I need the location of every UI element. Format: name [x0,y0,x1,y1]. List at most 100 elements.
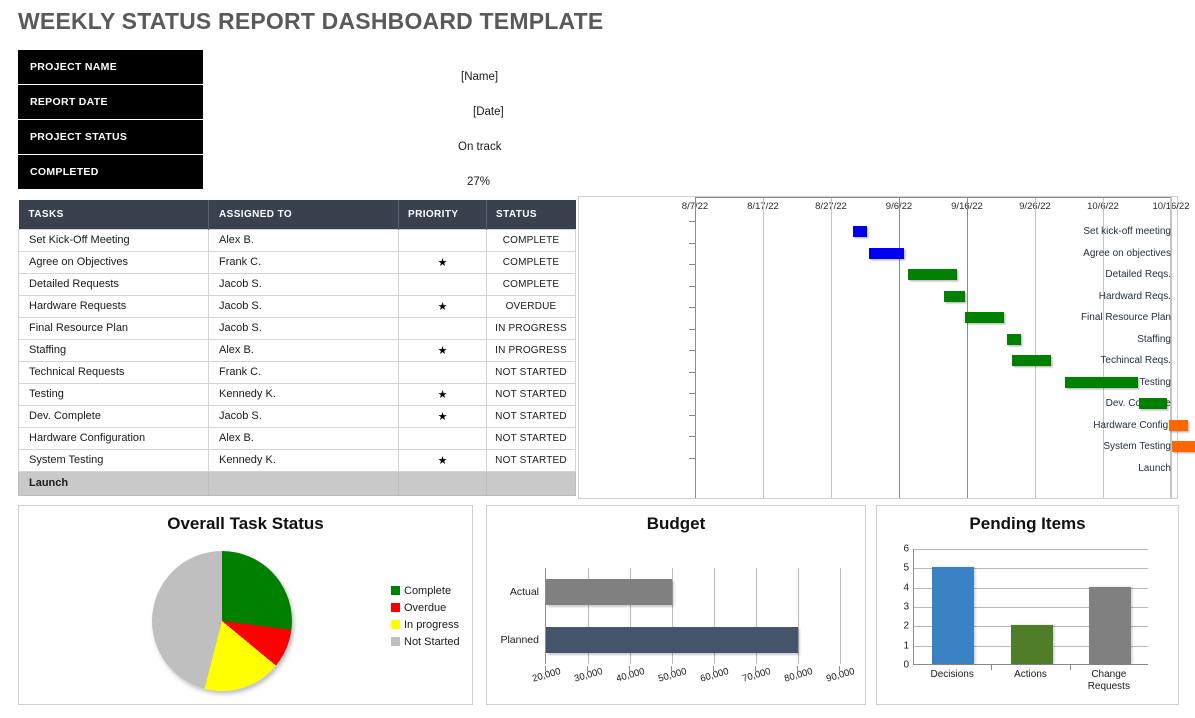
table-row[interactable]: Set Kick-Off Meeting Alex B. COMPLETE [18,228,576,252]
info-value-cell[interactable]: [Date] [203,85,578,120]
column-header-status[interactable]: STATUS [486,200,576,229]
budget-tickmark [587,666,588,671]
gantt-bar[interactable] [1168,419,1188,431]
gantt-row: Hardward Reqs. [579,285,1177,307]
gantt-row: Detailed Reqs. [579,264,1177,286]
gantt-row: Hardware Config. [579,414,1188,436]
status-badge: IN PROGRESS [486,316,576,340]
legend-label: Not Started [404,635,460,648]
cell-assigned: Frank C. [208,360,399,384]
gantt-row-track [695,264,1171,286]
cell-assigned: Jacob S. [208,404,399,428]
column-header-priority[interactable]: PRIORITY [398,200,487,229]
gantt-bar[interactable] [1012,355,1051,366]
column-header-tasks[interactable]: TASKS [18,200,209,229]
cell-task: Hardware Requests [18,294,209,318]
legend-item[interactable]: In progress [391,616,460,633]
project-info-block: PROJECT NAME [Name] REPORT DATE [Date] PROJE… [18,50,578,190]
legend-swatch-icon [391,620,400,629]
legend-item[interactable]: Overdue [391,599,460,616]
table-row[interactable]: Testing Kennedy K. ★ NOT STARTED [18,382,576,406]
legend-item[interactable]: Complete [391,582,460,599]
table-row[interactable]: Dev. Complete Jacob S. ★ NOT STARTED [18,404,576,428]
budget-tick-label: 80,000 [783,665,815,685]
pending-y-label: 3 [903,601,909,613]
budget-tick-label: 50,000 [657,665,689,685]
budget-bar[interactable] [546,627,798,653]
table-row[interactable]: Detailed Requests Jacob S. COMPLETE [18,272,576,296]
legend-label: Overdue [404,601,447,614]
budget-bar[interactable] [546,579,672,605]
table-row[interactable]: Hardware Requests Jacob S. ★ OVERDUE [18,294,576,318]
table-row[interactable]: Technical Requests Frank C. NOT STARTED [18,360,576,384]
gantt-row: Set kick-off meeting [579,221,1177,243]
info-label: PROJECT NAME [18,50,203,85]
gantt-bar[interactable] [1138,398,1167,409]
info-label: COMPLETED [18,155,203,190]
info-value-cell[interactable]: On track [203,120,578,155]
cell-assigned: Alex B. [208,228,399,252]
budget-gridline [840,568,841,664]
gantt-bar[interactable] [868,247,904,259]
table-row[interactable]: Hardware Configuration Alex B. NOT STARTED [18,426,576,450]
gantt-bar[interactable] [1006,333,1021,345]
gantt-bar[interactable] [907,269,957,280]
status-badge [486,470,576,496]
info-value-cell[interactable]: 27% [203,155,578,190]
gantt-row-track [695,457,1171,479]
gantt-bar[interactable] [1064,376,1139,388]
cell-task: Technical Requests [18,360,209,384]
budget-gridline [798,568,799,664]
gantt-row: Dev. Complete [579,393,1177,415]
cell-task: Dev. Complete [18,404,209,428]
info-value-cell[interactable]: [Name] [203,50,578,85]
table-row-launch[interactable]: Launch [18,470,576,496]
gantt-row-track [695,393,1171,415]
gantt-row: Techincal Reqs. [579,350,1177,372]
cell-task: Agree on Objectives [18,250,209,274]
gantt-bar[interactable] [853,226,867,237]
cell-assigned: Frank C. [208,250,399,274]
gantt-row-track [695,307,1171,329]
pending-items-panel: Pending Items 0 1 2 3 4 5 6 Decisions Actions Ch… [876,505,1179,705]
budget-tick-label: 20,000 [531,665,563,685]
budget-tickmark [713,666,714,671]
gantt-rows: Set kick-off meeting Agree on objectives D… [579,221,1195,492]
table-row[interactable]: Final Resource Plan Jacob S. IN PROGRESS [18,316,576,340]
gantt-bar[interactable] [943,290,965,302]
cell-priority-star: ★ [398,382,487,406]
info-row: REPORT DATE [Date] [18,85,578,120]
cell-assigned: Alex B. [208,426,399,450]
gantt-row-track [695,436,1195,458]
legend-swatch-icon [391,603,400,612]
gantt-bar[interactable] [965,312,1004,323]
pending-bar[interactable] [1088,586,1131,664]
budget-tickmark [797,666,798,671]
legend-item[interactable]: Not Started [391,633,460,650]
pending-chart-title: Pending Items [969,514,1086,533]
pending-bar[interactable] [1010,625,1053,664]
gantt-row-track [695,221,1171,243]
gantt-bar[interactable] [1172,441,1195,452]
overall-task-status-panel: Overall Task Status Complete Overdue In pr… [18,505,473,705]
pending-y-label: 6 [903,543,909,555]
gantt-row: Final Resource Plan [579,307,1177,329]
pending-gridline [914,549,1148,550]
pending-bar[interactable] [932,567,975,664]
table-row[interactable]: System Testing Kennedy K. ★ NOT STARTED [18,448,576,472]
gantt-row: Testing [579,371,1177,393]
column-header-assigned[interactable]: ASSIGNED TO [208,200,399,229]
table-row[interactable]: Agree on Objectives Frank C. ★ COMPLETE [18,250,576,274]
budget-tick-label: 30,000 [573,665,605,685]
table-row[interactable]: Staffing Alex B. ★ IN PROGRESS [18,338,576,362]
cell-task: Set Kick-Off Meeting [18,228,209,252]
pending-y-label: 5 [903,562,909,574]
legend-label: Complete [404,584,452,597]
dashboard-page: WEEKLY STATUS REPORT DASHBOARD TEMPLATE … [0,0,1195,718]
budget-plot-area: Actual Planned [500,568,841,664]
budget-tickmark [839,666,840,671]
budget-tick-label: 40,000 [615,665,647,685]
pie-chart [152,551,292,691]
gantt-row-track [695,414,1188,436]
legend-swatch-icon [391,637,400,646]
